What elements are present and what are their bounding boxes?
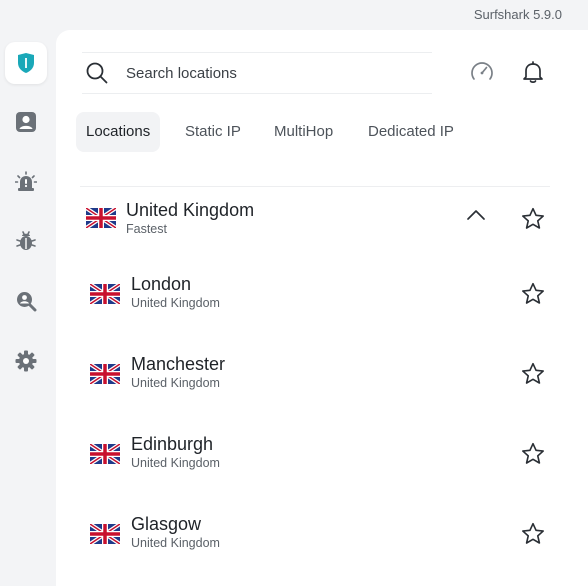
uk-flag-icon xyxy=(90,364,120,384)
city-country: United Kingdom xyxy=(131,296,220,310)
star-icon[interactable] xyxy=(520,441,546,467)
tab-multihop[interactable]: MultiHop xyxy=(264,112,343,152)
city-row-manchester[interactable]: Manchester United Kingdom xyxy=(88,354,564,400)
sidebar-item-settings[interactable] xyxy=(5,340,47,382)
bell-icon xyxy=(523,61,543,83)
city-name: London xyxy=(131,274,192,294)
divider xyxy=(80,186,550,187)
search-bar[interactable] xyxy=(82,52,432,94)
city-country: United Kingdom xyxy=(131,536,220,550)
speedometer-icon xyxy=(471,62,493,80)
bug-icon xyxy=(16,231,36,250)
sidebar-item-account[interactable] xyxy=(5,101,47,143)
chevron-up-icon[interactable] xyxy=(466,208,486,222)
notifications-button[interactable] xyxy=(520,59,546,90)
city-row-london[interactable]: London United Kingdom xyxy=(88,274,564,320)
shield-icon xyxy=(18,53,34,73)
sidebar-item-alert[interactable] xyxy=(5,161,47,203)
uk-flag-icon xyxy=(90,524,120,544)
city-row-edinburgh[interactable]: Edinburgh United Kingdom xyxy=(88,434,564,480)
uk-flag-icon xyxy=(90,284,120,304)
country-name: United Kingdom xyxy=(126,200,255,220)
alert-icon xyxy=(15,171,37,191)
city-country: United Kingdom xyxy=(131,456,220,470)
star-icon[interactable] xyxy=(520,206,546,232)
sidebar xyxy=(0,30,55,586)
city-name: Glasgow xyxy=(131,514,202,534)
main-panel: Locations Static IP MultiHop Dedicated I… xyxy=(56,30,588,586)
country-subtitle: Fastest xyxy=(126,222,167,236)
city-row-glasgow[interactable]: Glasgow United Kingdom xyxy=(88,514,564,560)
sidebar-item-antivirus[interactable] xyxy=(5,220,47,262)
title-bar: Surfshark 5.9.0 xyxy=(0,0,588,30)
uk-flag-icon xyxy=(90,444,120,464)
star-icon[interactable] xyxy=(520,361,546,387)
uk-flag-icon xyxy=(86,208,116,228)
tab-static-ip[interactable]: Static IP xyxy=(175,112,251,152)
star-icon[interactable] xyxy=(520,281,546,307)
city-name: Edinburgh xyxy=(131,434,214,454)
app-version-label: Surfshark 5.9.0 xyxy=(473,7,562,22)
city-name: Manchester xyxy=(131,354,226,374)
country-row-united-kingdom[interactable]: United Kingdom Fastest xyxy=(84,198,564,242)
city-country: United Kingdom xyxy=(131,376,220,390)
speed-test-button[interactable] xyxy=(469,59,495,90)
star-icon[interactable] xyxy=(520,521,546,547)
tab-dedicated-ip[interactable]: Dedicated IP xyxy=(358,112,464,152)
sidebar-item-vpn[interactable] xyxy=(5,42,47,84)
search-person-icon xyxy=(17,292,37,312)
search-input[interactable] xyxy=(126,59,426,87)
gear-icon xyxy=(15,350,37,372)
user-icon xyxy=(16,112,36,132)
search-icon xyxy=(86,62,108,84)
sidebar-item-search[interactable] xyxy=(5,280,47,322)
tab-locations[interactable]: Locations xyxy=(76,112,161,152)
